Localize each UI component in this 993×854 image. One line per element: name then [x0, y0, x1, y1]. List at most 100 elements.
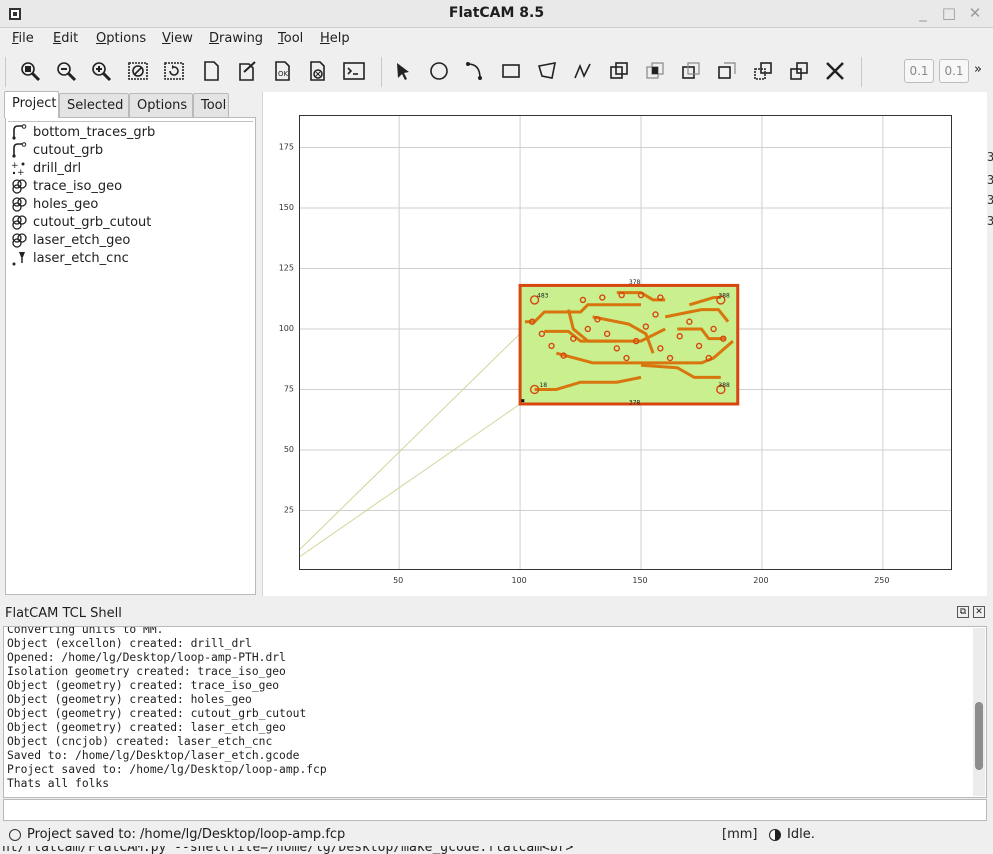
clear-plot-button[interactable]: [125, 58, 151, 84]
board-outline: [518, 283, 740, 406]
shell-output[interactable]: Converting units to MM. Object (excellon)…: [3, 626, 987, 798]
tree-item-cutout-grb[interactable]: cutout_grb: [11, 141, 103, 159]
tree-item-laser-etch-cnc[interactable]: laser_etch_cnc: [11, 249, 129, 267]
menu-edit[interactable]: Edit: [53, 31, 78, 46]
svg-text:OK: OK: [278, 70, 289, 78]
plot-canvas-area[interactable]: 483 388 18 388 378 378 50 100 150 200 250 25 50 75 10…: [262, 92, 987, 596]
hole-label: 388: [718, 293, 730, 300]
circle-button[interactable]: [426, 58, 452, 84]
union-button[interactable]: [606, 58, 632, 84]
tree-item-drill-drl[interactable]: + + drill_drl: [11, 159, 81, 177]
tab-options[interactable]: Options: [129, 93, 193, 118]
title-bar: FlatCAM 8.5 _ □ ✕: [0, 0, 993, 28]
activity-icon: [769, 828, 781, 841]
menu-tool[interactable]: Tool: [278, 31, 303, 46]
board-bottom-label: 378: [629, 399, 641, 406]
hole-label: 388: [718, 382, 730, 389]
board-top-label: 378: [629, 279, 641, 286]
new-file-button[interactable]: [198, 58, 224, 84]
edge-fragment: 3: [987, 214, 993, 228]
menu-drawing[interactable]: Drawing: [209, 31, 263, 46]
grid-y-input[interactable]: 0.1: [939, 59, 969, 83]
menu-help[interactable]: Help: [320, 31, 350, 46]
float-icon[interactable]: ⧉: [957, 606, 969, 618]
tab-tool[interactable]: Tool: [193, 93, 229, 118]
move-icon: [790, 62, 808, 80]
maximize-icon[interactable]: □: [941, 4, 957, 22]
rectangle-button[interactable]: [498, 58, 524, 84]
tree-item-bottom-traces-grb[interactable]: bottom_traces_grb: [11, 123, 155, 141]
subtract-button[interactable]: [678, 58, 704, 84]
intersection-button[interactable]: [642, 58, 668, 84]
zoom-fit-button[interactable]: [17, 58, 43, 84]
shell-log-line: Saved to: /home/lg/Desktop/laser_etch.gc…: [7, 749, 300, 762]
menu-options[interactable]: Options: [96, 31, 146, 46]
shell-log-line: Isolation geometry created: trace_iso_ge…: [7, 665, 286, 678]
minimize-icon[interactable]: _: [915, 4, 931, 22]
y-tick-label: 75: [284, 384, 294, 393]
close-shell-icon[interactable]: ✕: [973, 606, 985, 618]
tree-item-label: drill_drl: [33, 160, 82, 176]
shell-log-line: Thats all folks: [7, 777, 110, 790]
select-button[interactable]: [390, 58, 416, 84]
background-terminal-text: nt/flatcam/FlatCAM.py --shellfile=/home/…: [2, 846, 574, 854]
polygon-icon: [537, 61, 557, 79]
ok-icon: OK: [275, 61, 290, 81]
plot-svg[interactable]: 483 388 18 388 378 378: [300, 116, 952, 570]
menu-file[interactable]: File: [12, 31, 34, 46]
zoom-in-button[interactable]: [88, 58, 114, 84]
tab-selected[interactable]: Selected: [59, 93, 129, 118]
tree-item-holes-geo[interactable]: holes_geo: [11, 195, 98, 213]
shell-log-line: Object (cncjob) created: laser_etch_cnc: [7, 735, 273, 748]
zoom-in-icon: [92, 62, 112, 82]
close-button[interactable]: [822, 58, 848, 84]
geometry-icon: [12, 215, 27, 230]
path-button[interactable]: [570, 58, 596, 84]
tree-item-cutout-grb-cutout[interactable]: cutout_grb_cutout: [11, 213, 151, 231]
geometry-icon: [12, 197, 27, 212]
project-tree: bottom_traces_grb cutout_grb + + drill_drl tr…: [5, 117, 256, 595]
x-tick-label: 50: [393, 576, 403, 585]
x-tick-label: 250: [874, 576, 889, 585]
zoom-out-button[interactable]: [53, 58, 79, 84]
move-button[interactable]: [786, 58, 812, 84]
rectangle-icon: [502, 64, 520, 78]
zoom-out-icon: [57, 62, 77, 82]
shell-log-line: Object (excellon) created: drill_drl: [7, 637, 252, 650]
tree-item-laser-etch-geo[interactable]: laser_etch_geo: [11, 231, 130, 249]
menu-view[interactable]: View: [162, 31, 193, 46]
y-tick-label: 150: [279, 203, 294, 212]
delete-button[interactable]: [304, 58, 330, 84]
shell-scrollbar[interactable]: [973, 628, 985, 796]
delete-icon: [310, 61, 325, 81]
shell-log-line: Object (geometry) created: cutout_grb_cu…: [7, 707, 307, 720]
origin-marker: [521, 399, 525, 403]
geometry-icon: [12, 233, 27, 248]
new-file-icon: [204, 61, 219, 81]
arc-icon: [466, 62, 482, 80]
arc-button[interactable]: [462, 58, 488, 84]
replot-button[interactable]: [161, 58, 187, 84]
grid-x-input[interactable]: 0.1: [904, 59, 934, 83]
shell-button[interactable]: [341, 58, 367, 84]
copy-button[interactable]: [750, 58, 776, 84]
cut-button[interactable]: [714, 58, 740, 84]
edit-file-button[interactable]: [233, 58, 259, 84]
select-icon: [397, 63, 409, 80]
tree-item-label: cutout_grb_cutout: [33, 214, 152, 230]
ok-button[interactable]: OK: [269, 58, 295, 84]
status-message: Project saved to: /home/lg/Desktop/loop-…: [27, 827, 346, 842]
svg-text:+: +: [17, 168, 25, 176]
plot-area[interactable]: 483 388 18 388 378 378: [299, 115, 952, 570]
tab-project[interactable]: Project: [4, 91, 59, 118]
excellon-icon: ++: [11, 161, 25, 176]
edit-file-icon: [239, 61, 256, 81]
edge-fragment: 3: [987, 150, 993, 164]
toolbar-overflow-button[interactable]: »: [974, 62, 982, 77]
polygon-button[interactable]: [534, 58, 560, 84]
close-window-icon[interactable]: ✕: [967, 4, 983, 22]
shell-input[interactable]: [3, 799, 987, 821]
scroll-thumb[interactable]: [975, 702, 983, 770]
tree-item-trace-iso-geo[interactable]: trace_iso_geo: [11, 177, 122, 195]
shell-log-line: Converting units to MM.: [7, 626, 164, 636]
